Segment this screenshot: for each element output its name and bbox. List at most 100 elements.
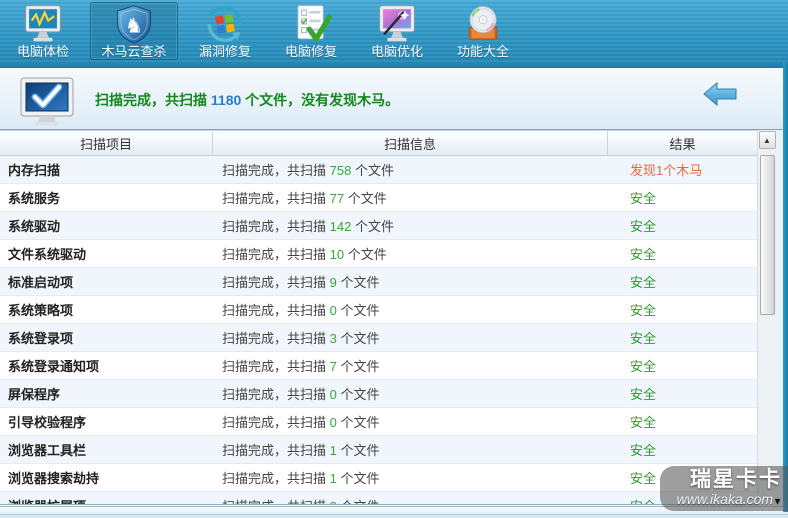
- scrollbar-thumb[interactable]: [760, 155, 775, 315]
- scan-info-cell: 扫描完成，共扫描 1 个文件: [213, 440, 608, 459]
- table-row[interactable]: 系统策略项扫描完成，共扫描 0 个文件安全: [0, 296, 757, 324]
- optimize-wand-icon: [376, 4, 418, 44]
- file-count: 10: [330, 247, 344, 262]
- watermark-url: www.ikaka.com▼: [660, 491, 782, 509]
- scan-result-cell: 安全: [608, 216, 757, 235]
- scan-result-cell: 安全: [608, 440, 757, 459]
- repair-checklist-icon: [290, 4, 332, 44]
- table-row[interactable]: 浏览器工具栏扫描完成，共扫描 1 个文件安全: [0, 436, 757, 464]
- toolbar-tab-label: 电脑优化: [371, 44, 423, 60]
- scan-result-cell: 安全: [608, 384, 757, 403]
- scan-item-cell: 系统服务: [0, 188, 213, 207]
- column-header-scan-info[interactable]: 扫描信息: [213, 131, 608, 155]
- toolbar-tab-computer-checkup[interactable]: 电脑体检: [4, 2, 82, 60]
- scan-info-cell: 扫描完成，共扫描 9 个文件: [213, 272, 608, 291]
- toolbar-tab-all-features[interactable]: 功能大全: [444, 2, 522, 60]
- file-count: 142: [330, 219, 352, 234]
- toolbar-tab-label: 电脑修复: [285, 44, 337, 60]
- scan-info-cell: 扫描完成，共扫描 142 个文件: [213, 216, 608, 235]
- scan-info-cell: 扫描完成，共扫描 3 个文件: [213, 328, 608, 347]
- scan-result-cell: 安全: [608, 412, 757, 431]
- toolbar-tab-computer-repair[interactable]: 电脑修复: [272, 2, 350, 60]
- scan-info-cell: 扫描完成，共扫描 10 个文件: [213, 244, 608, 263]
- toolbar-tab-label: 木马云查杀: [101, 44, 166, 60]
- scan-result-cell: 安全: [608, 328, 757, 347]
- file-count: 9: [330, 275, 337, 290]
- trojan-shield-icon: ♞: [113, 4, 155, 44]
- scan-table-body: 内存扫描扫描完成，共扫描 758 个文件发现1个木马系统服务扫描完成，共扫描 7…: [0, 156, 757, 505]
- table-row[interactable]: 系统驱动扫描完成，共扫描 142 个文件安全: [0, 212, 757, 240]
- table-row[interactable]: 屏保程序扫描完成，共扫描 0 个文件安全: [0, 380, 757, 408]
- scan-info-cell: 扫描完成，共扫描 1 个文件: [213, 468, 608, 487]
- file-count: 758: [330, 163, 352, 178]
- scan-info-cell: 扫描完成，共扫描 7 个文件: [213, 356, 608, 375]
- file-count: 0: [330, 415, 337, 430]
- column-header-scan-item[interactable]: 扫描项目: [0, 131, 213, 155]
- file-count: 1: [330, 471, 337, 486]
- monitor-check-icon: [18, 76, 76, 126]
- scan-item-cell: 系统登录项: [0, 328, 213, 347]
- toolbar-tab-label: 功能大全: [457, 44, 509, 60]
- scan-item-cell: 文件系统驱动: [0, 244, 213, 263]
- scan-result-cell: 安全: [608, 272, 757, 291]
- scan-table-header: 扫描项目 扫描信息 结果: [0, 130, 757, 156]
- scan-item-cell: 系统策略项: [0, 300, 213, 319]
- scan-item-cell: 浏览器工具栏: [0, 440, 213, 459]
- table-row[interactable]: 系统服务扫描完成，共扫描 77 个文件安全: [0, 184, 757, 212]
- main-toolbar: 电脑体检 ♞ 木马云查杀: [0, 0, 788, 62]
- scan-info-cell: 扫描完成，共扫描 3 个文件: [213, 496, 608, 505]
- table-row[interactable]: 浏览器扩展项扫描完成，共扫描 3 个文件安全: [0, 492, 757, 505]
- scan-item-cell: 内存扫描: [0, 160, 213, 179]
- scan-item-cell: 引导校验程序: [0, 412, 213, 431]
- toolbar-tab-label: 漏洞修复: [199, 44, 251, 60]
- table-row[interactable]: 内存扫描扫描完成，共扫描 758 个文件发现1个木马: [0, 156, 757, 184]
- table-row[interactable]: 标准启动项扫描完成，共扫描 9 个文件安全: [0, 268, 757, 296]
- file-count: 7: [330, 359, 337, 374]
- scan-info-cell: 扫描完成，共扫描 0 个文件: [213, 384, 608, 403]
- table-row[interactable]: 引导校验程序扫描完成，共扫描 0 个文件安全: [0, 408, 757, 436]
- table-row[interactable]: 系统登录通知项扫描完成，共扫描 7 个文件安全: [0, 352, 757, 380]
- scan-item-cell: 浏览器搜索劫持: [0, 468, 213, 487]
- file-count: 3: [330, 331, 337, 346]
- scan-result-cell: 安全: [608, 300, 757, 319]
- scan-item-cell: 屏保程序: [0, 384, 213, 403]
- watermark-title: 瑞星卡卡: [660, 469, 782, 491]
- ikaka-watermark: 瑞星卡卡 www.ikaka.com▼: [660, 466, 788, 511]
- scan-result-cell: 安全: [608, 356, 757, 375]
- scan-info-cell: 扫描完成，共扫描 0 个文件: [213, 412, 608, 431]
- file-count: 77: [330, 191, 344, 206]
- antivirus-window: 电脑体检 ♞ 木马云查杀: [0, 0, 788, 518]
- scan-result-cell: 安全: [608, 188, 757, 207]
- table-row[interactable]: 系统登录项扫描完成，共扫描 3 个文件安全: [0, 324, 757, 352]
- window-right-edge: [783, 62, 788, 512]
- scan-summary-text: 扫描完成，共扫描 1180 个文件，没有发现木马。: [95, 90, 399, 110]
- table-row[interactable]: 文件系统驱动扫描完成，共扫描 10 个文件安全: [0, 240, 757, 268]
- column-header-result[interactable]: 结果: [608, 131, 757, 155]
- caret-down-icon: ▼: [773, 496, 782, 506]
- health-monitor-icon: [22, 4, 64, 44]
- scan-item-cell: 浏览器扩展项: [0, 496, 213, 505]
- scan-info-cell: 扫描完成，共扫描 0 个文件: [213, 300, 608, 319]
- scan-item-cell: 系统驱动: [0, 216, 213, 235]
- file-count: 3: [330, 499, 337, 505]
- file-count: 1: [330, 443, 337, 458]
- scan-item-cell: 标准启动项: [0, 272, 213, 291]
- scroll-up-arrow-icon[interactable]: ▲: [759, 131, 776, 149]
- toolbar-tab-label: 电脑体检: [17, 44, 69, 60]
- toolbar-tab-vulnerability-fix[interactable]: 漏洞修复: [186, 2, 264, 60]
- table-row[interactable]: 浏览器搜索劫持扫描完成，共扫描 1 个文件安全: [0, 464, 757, 492]
- vertical-scrollbar[interactable]: ▲: [757, 130, 776, 505]
- scan-result-cell: 发现1个木马: [608, 160, 757, 179]
- scan-info-cell: 扫描完成，共扫描 77 个文件: [213, 188, 608, 207]
- features-disc-icon: [462, 4, 504, 44]
- vulnerability-fix-icon: [204, 4, 246, 44]
- scan-result-cell: 安全: [608, 244, 757, 263]
- toolbar-tab-computer-optimize[interactable]: 电脑优化: [358, 2, 436, 60]
- back-arrow-icon[interactable]: [702, 80, 738, 108]
- toolbar-tab-trojan-cloud-scan[interactable]: ♞ 木马云查杀: [90, 2, 178, 60]
- bottom-divider: [0, 514, 788, 515]
- scan-item-cell: 系统登录通知项: [0, 356, 213, 375]
- file-count: 0: [330, 387, 337, 402]
- scan-status-bar: 扫描完成，共扫描 1180 个文件，没有发现木马。: [0, 68, 783, 130]
- file-count: 0: [330, 303, 337, 318]
